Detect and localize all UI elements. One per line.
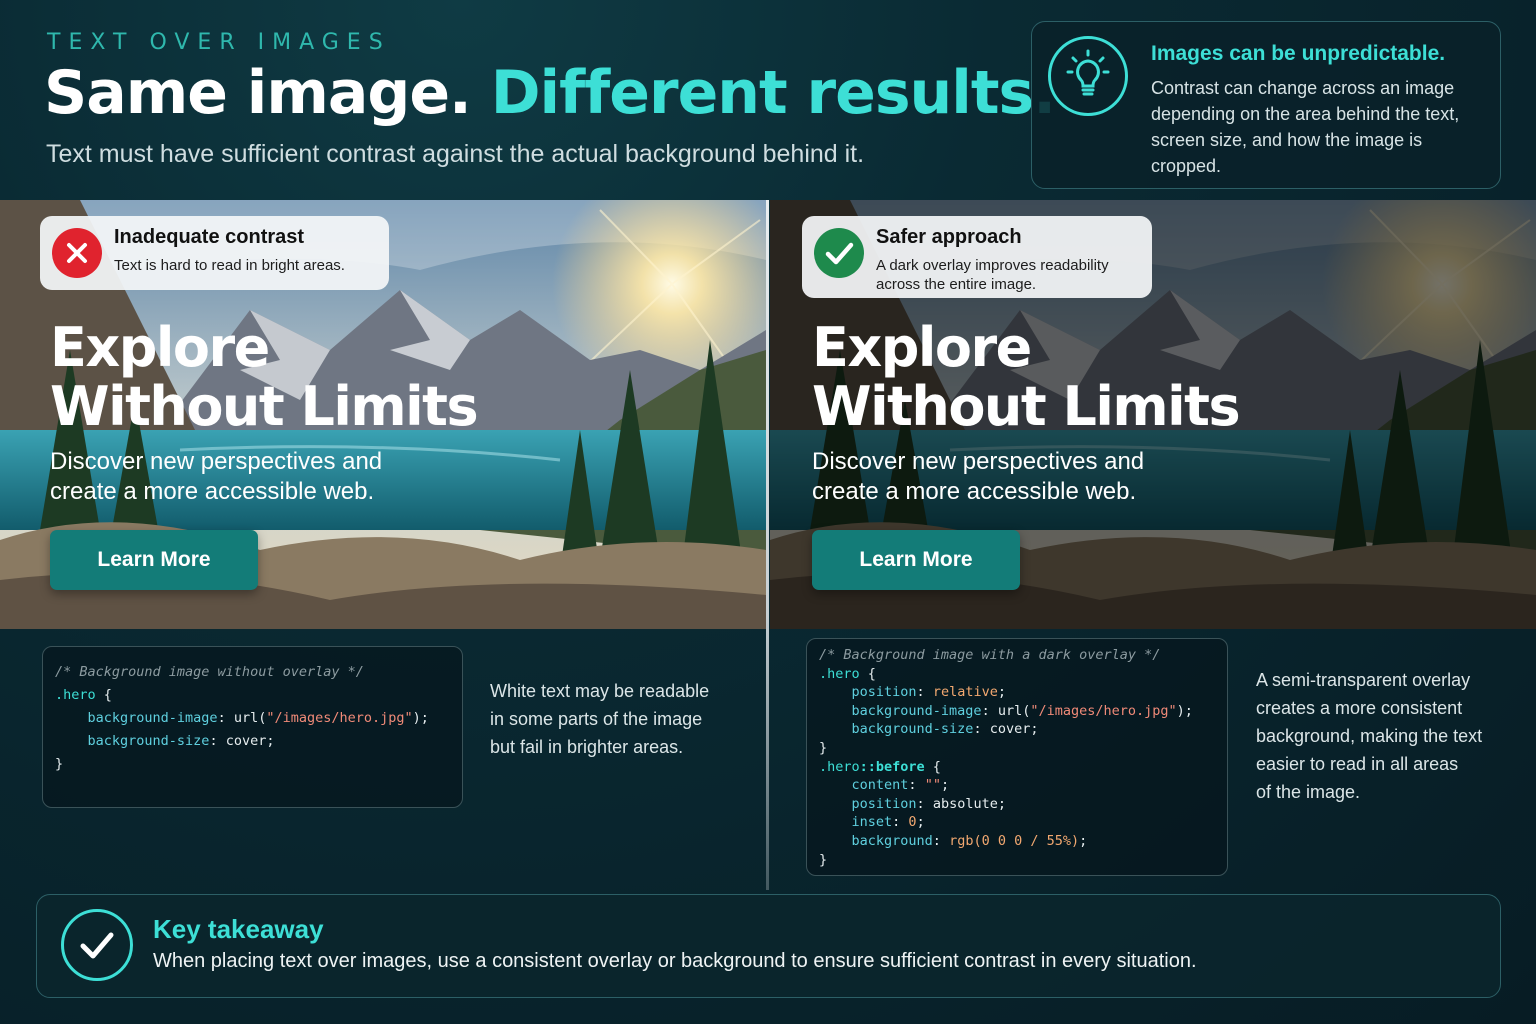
code-pseudo-element: ::before <box>859 758 925 775</box>
page-subheading: Text must have sufficient contrast again… <box>46 140 865 168</box>
code-function: url( <box>997 702 1031 719</box>
safer-approach-badge: Safer approach A dark overlay improves r… <box>802 216 1152 298</box>
code-string: "/images/hero.jpg" <box>1030 702 1177 719</box>
code-property: position <box>851 684 917 701</box>
code-selector: .hero <box>55 687 96 703</box>
code-punct: ); <box>412 710 429 726</box>
code-block-with-overlay: /* Background image with a dark overlay … <box>806 638 1228 876</box>
badge-description: A dark overlay improves readability acro… <box>876 257 1109 293</box>
code-value: rgb(0 0 0 / 55%) <box>949 832 1080 849</box>
tip-card: Images can be unpredictable. Contrast ca… <box>1031 21 1501 189</box>
tip-title: Images can be unpredictable. <box>1151 42 1446 65</box>
badge-title: Safer approach <box>876 226 1022 248</box>
comparison-divider <box>766 200 769 890</box>
lightbulb-icon <box>1048 36 1128 116</box>
code-property: background-size <box>851 721 974 738</box>
code-value: relative <box>932 684 998 701</box>
code-value: absolute; <box>932 795 1006 812</box>
code-property: background-size <box>87 733 210 749</box>
code-value: 0 <box>908 814 917 831</box>
code-function: url( <box>233 710 267 726</box>
hero-subtitle: Discover new perspectives and create a m… <box>812 448 1145 505</box>
badge-description: Text is hard to read in bright areas. <box>114 257 345 274</box>
headline-part-1: Same image. <box>44 58 472 128</box>
inadequate-contrast-badge: Inadequate contrast Text is hard to read… <box>40 216 389 290</box>
hero-title: Explore Without Limits <box>50 316 479 438</box>
code-punct: ; <box>1079 832 1088 849</box>
check-circle-icon <box>814 228 864 278</box>
code-selector: .hero <box>819 758 860 775</box>
code-string: "/images/hero.jpg" <box>266 710 413 726</box>
eyebrow-label: TEXT OVER IMAGES <box>47 30 391 55</box>
tip-body: Contrast can change across an image depe… <box>1151 78 1460 176</box>
explanation-without-overlay: White text may be readable in some parts… <box>490 681 710 757</box>
learn-more-button[interactable]: Learn More <box>50 530 258 590</box>
code-property: background-image <box>851 702 982 719</box>
hero-title: Explore Without Limits <box>812 316 1241 438</box>
explanation-with-overlay: A semi-transparent overlay creates a mor… <box>1256 670 1483 802</box>
code-punct: ; <box>916 814 925 831</box>
hero-subtitle: Discover new perspectives and create a m… <box>50 448 383 505</box>
hero-example-without-overlay: Inadequate contrast Text is hard to read… <box>0 200 766 629</box>
takeaway-title: Key takeaway <box>153 914 324 944</box>
code-comment: /* Background image without overlay */ <box>55 664 364 680</box>
code-property: content <box>851 777 909 794</box>
code-property: inset <box>851 814 893 831</box>
code-property: background <box>851 832 933 849</box>
code-punct: ; <box>940 777 950 794</box>
code-value: cover; <box>989 721 1039 738</box>
key-takeaway-card: Key takeaway When placing text over imag… <box>36 894 1501 998</box>
page-headline: Same image. Different results. <box>44 58 1056 128</box>
code-property: position <box>851 795 917 812</box>
code-value: cover; <box>225 733 275 749</box>
check-circle-icon <box>61 909 133 981</box>
hero-example-with-overlay: Safer approach A dark overlay improves r… <box>770 200 1536 629</box>
x-circle-icon <box>52 228 102 278</box>
takeaway-body: When placing text over images, use a con… <box>153 950 1197 972</box>
code-comment: /* Background image with a dark overlay … <box>819 647 1161 663</box>
code-punct: ; <box>997 684 1006 701</box>
headline-part-2: Different results. <box>490 58 1056 128</box>
badge-title: Inadequate contrast <box>114 226 305 248</box>
code-string: "" <box>924 777 941 794</box>
code-block-without-overlay: /* Background image without overlay */ .… <box>42 646 463 808</box>
learn-more-button[interactable]: Learn More <box>812 530 1020 590</box>
code-property: background-image <box>87 710 218 726</box>
code-selector: .hero <box>819 665 860 682</box>
code-punct: ); <box>1176 702 1193 719</box>
